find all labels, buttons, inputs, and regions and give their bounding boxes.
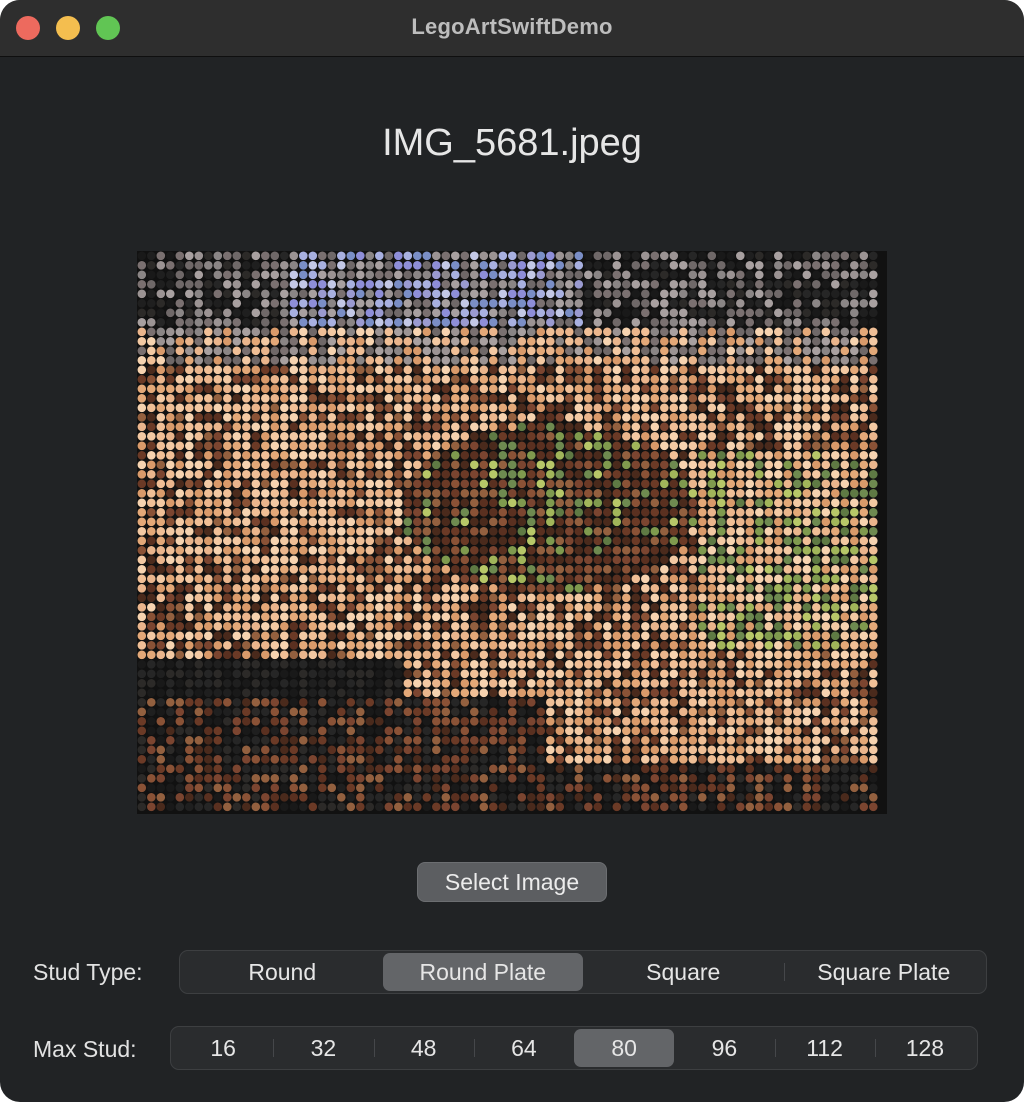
stud-type-option-round-plate[interactable]: Round Plate: [382, 953, 583, 991]
image-file-name: IMG_5681.jpeg: [382, 122, 642, 164]
max-stud-option-48[interactable]: 48: [373, 1029, 474, 1067]
max-stud-option-128[interactable]: 128: [874, 1029, 975, 1067]
stud-type-label: Stud Type:: [33, 959, 143, 985]
stud-type-segmented-control[interactable]: Round Round Plate Square Square Plate: [179, 950, 987, 994]
stud-type-option-square[interactable]: Square: [583, 953, 784, 991]
select-image-button[interactable]: Select Image: [417, 862, 607, 902]
window-title: LegoArtSwiftDemo: [411, 14, 613, 39]
max-stud-label: Max Stud:: [33, 1036, 137, 1062]
max-stud-option-112[interactable]: 112: [774, 1029, 875, 1067]
stud-type-option-square-plate[interactable]: Square Plate: [783, 953, 985, 991]
title-bar[interactable]: LegoArtSwiftDemo: [0, 0, 1024, 57]
max-stud-segmented-control[interactable]: 16 32 48 64 80 96 112 128: [170, 1026, 978, 1070]
max-stud-option-64[interactable]: 64: [473, 1029, 574, 1067]
max-stud-option-96[interactable]: 96: [674, 1029, 774, 1067]
app-window: LegoArtSwiftDemo IMG_5681.jpeg Select Im…: [0, 0, 1024, 1102]
stud-type-option-round[interactable]: Round: [182, 953, 383, 991]
max-stud-option-32[interactable]: 32: [273, 1029, 373, 1067]
max-stud-option-16[interactable]: 16: [173, 1029, 273, 1067]
max-stud-option-80[interactable]: 80: [574, 1029, 675, 1067]
lego-mosaic-preview: [137, 251, 887, 814]
